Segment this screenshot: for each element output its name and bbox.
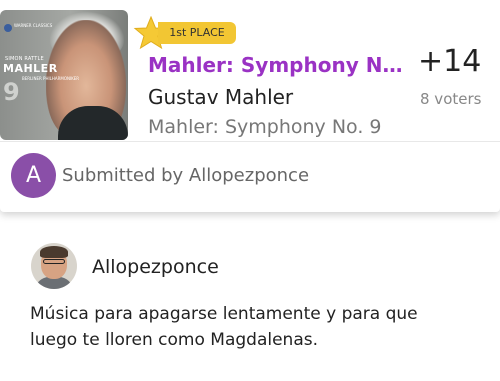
cover-composer: MAHLER <box>3 62 58 75</box>
label-logo-icon <box>4 24 12 32</box>
commenter-avatar[interactable] <box>31 243 77 289</box>
voter-count[interactable]: 8 voters <box>420 90 481 108</box>
cover-number: 9 <box>3 78 20 106</box>
place-badge: 1st PLACE <box>158 22 236 44</box>
vote-score: +14 <box>418 44 482 79</box>
submission-card[interactable]: WARNER CLASSICS SIMON RATTLE MAHLER 9 BE… <box>0 0 500 212</box>
divider <box>0 141 500 142</box>
avatar-hair <box>40 246 68 258</box>
avatar-glasses <box>43 259 65 264</box>
comment-text: Música para apagarse lentamente y para q… <box>30 304 418 350</box>
album-subtitle: Mahler: Symphony No. 9 <box>148 116 382 138</box>
submitter-avatar[interactable]: A <box>11 153 56 198</box>
cover-logo-text: WARNER CLASSICS <box>14 23 53 28</box>
album-cover[interactable]: WARNER CLASSICS SIMON RATTLE MAHLER 9 BE… <box>0 10 128 140</box>
submitted-by-text[interactable]: Submitted by Allopezponce <box>62 165 309 186</box>
cover-orchestra: BERLINER PHILHARMONIKER <box>22 76 80 81</box>
artist-name: Gustav Mahler <box>148 85 294 109</box>
album-title[interactable]: Mahler: Symphony No. 9 <box>148 53 406 77</box>
commenter-username[interactable]: Allopezponce <box>92 256 219 278</box>
